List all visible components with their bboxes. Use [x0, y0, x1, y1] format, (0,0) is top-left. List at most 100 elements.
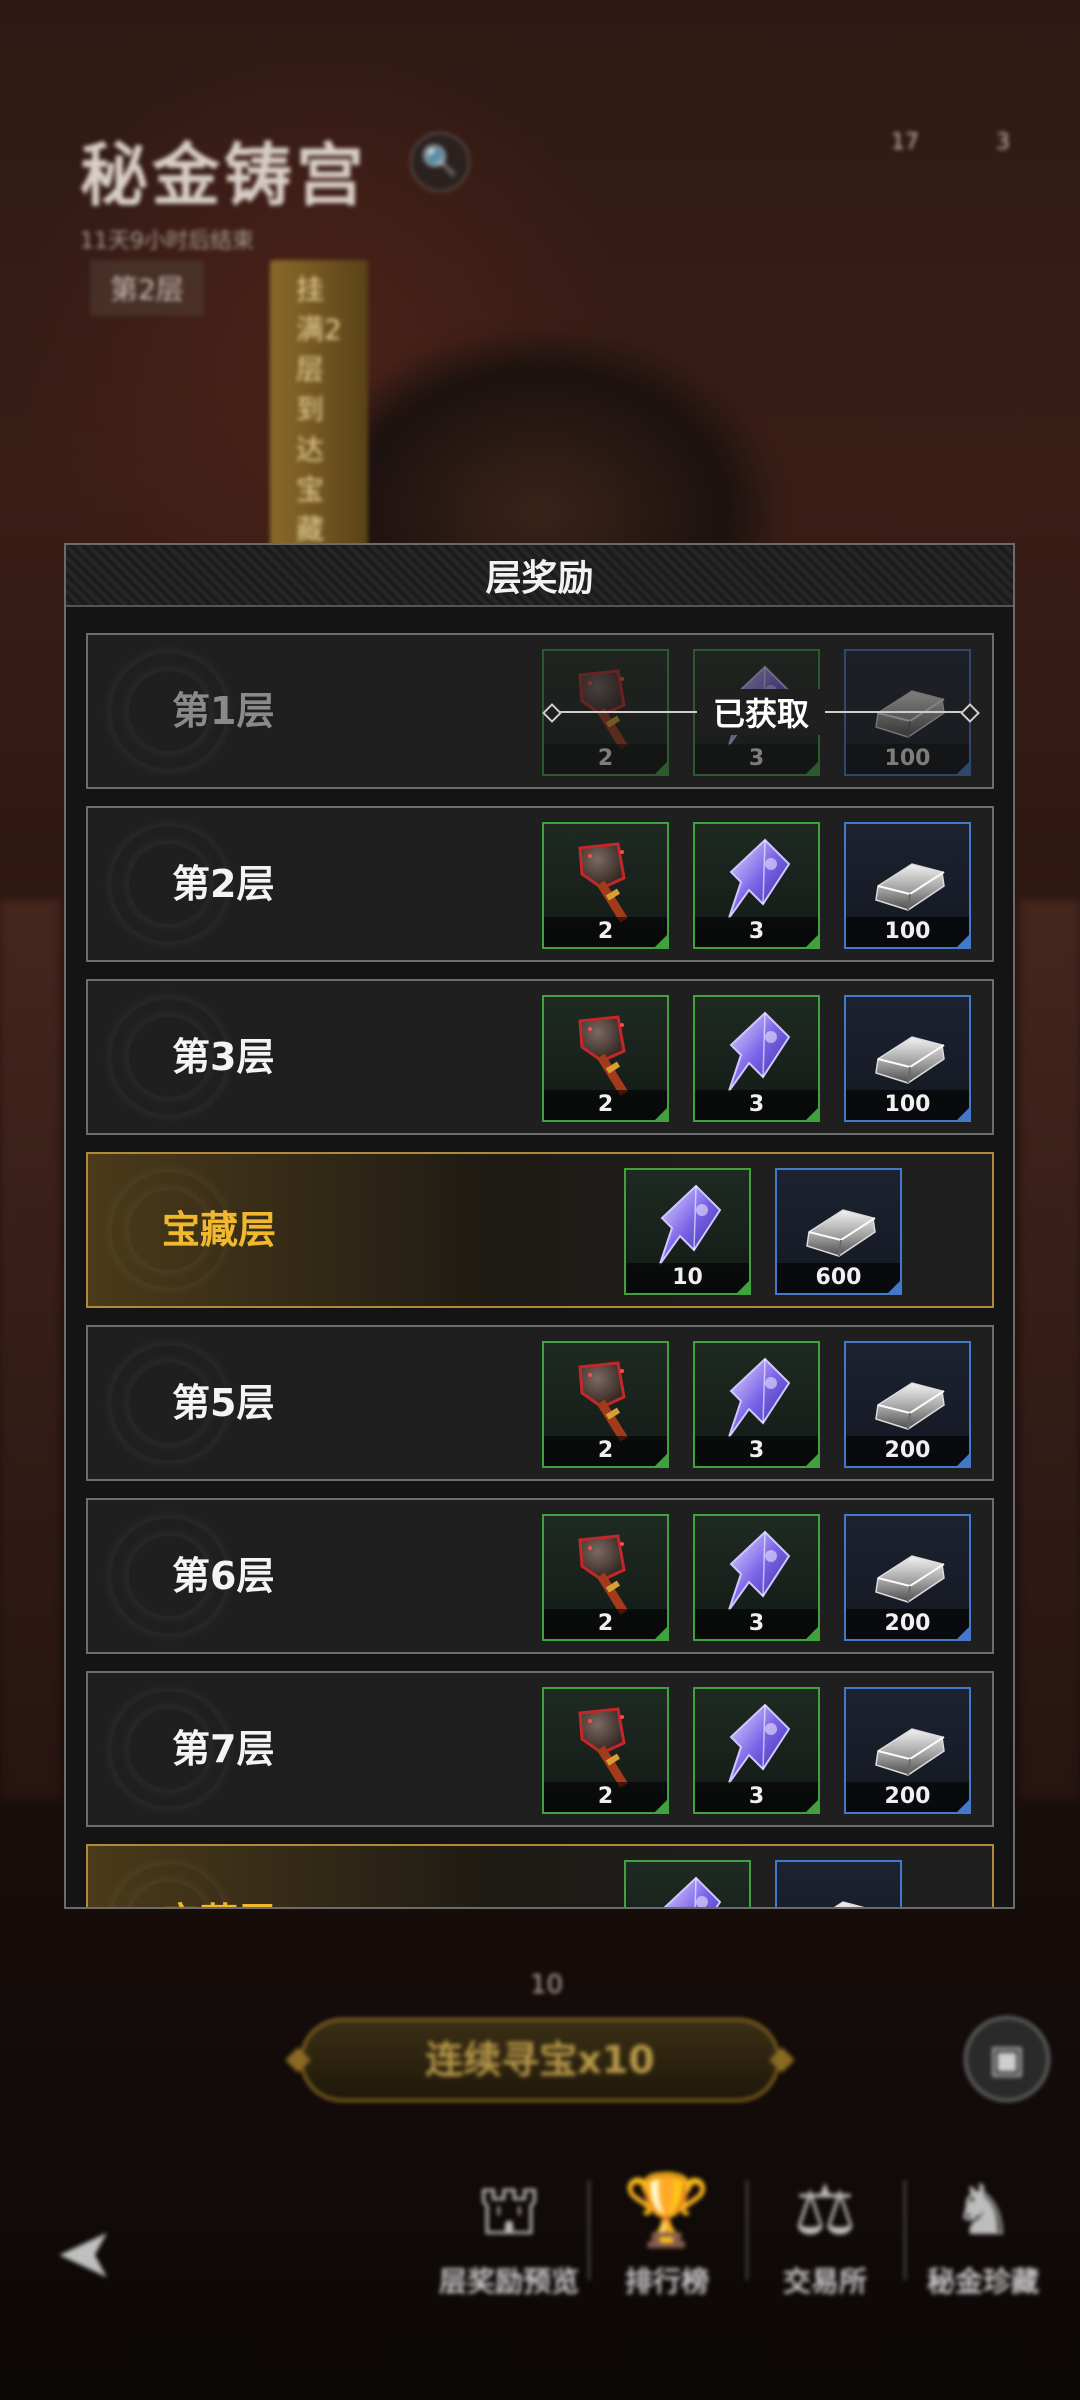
- nav-item-rewards-preview[interactable]: ⛫ 层奖励预览: [430, 2160, 590, 2300]
- reward-quantity: 100: [846, 1090, 969, 1120]
- reward-item-slot[interactable]: 100: [844, 995, 971, 1122]
- silver-ingot-icon: [864, 1353, 954, 1443]
- reward-items: 2 3 100: [542, 995, 971, 1122]
- silver-ingot-icon: [795, 1180, 885, 1270]
- silver-ingot-icon: [795, 1872, 885, 1907]
- reward-item-slot[interactable]: 200: [844, 1687, 971, 1814]
- reward-row[interactable]: 第6层 2 3 200: [86, 1498, 994, 1654]
- reward-quantity: 600: [777, 1263, 900, 1293]
- rarity-corner: [806, 1454, 818, 1466]
- crystal-icon: [713, 1526, 803, 1616]
- rarity-corner: [806, 1108, 818, 1120]
- search-icon[interactable]: 🔍: [410, 132, 470, 192]
- reward-items: 2 3 100: [542, 822, 971, 949]
- rarity-corner: [957, 1454, 969, 1466]
- rarity-corner: [737, 1281, 749, 1293]
- nav-item-label: 排行榜: [624, 2265, 709, 2298]
- rarity-corner: [655, 1800, 667, 1812]
- rarity-corner: [806, 762, 818, 774]
- reward-quantity: 2: [544, 917, 667, 947]
- reward-items: 2 3 200: [542, 1341, 971, 1468]
- crystal-icon: [644, 1872, 734, 1907]
- reward-row[interactable]: 第2层 2 3 100: [86, 806, 994, 962]
- reward-item-slot[interactable]: 200: [844, 1514, 971, 1641]
- nav-item-label: 秘金珍藏: [926, 2265, 1039, 2298]
- reward-item-slot[interactable]: 3: [693, 822, 820, 949]
- draw-x10-button[interactable]: 连续寻宝x10: [300, 2018, 780, 2102]
- reward-row[interactable]: 第5层 2 3 200: [86, 1325, 994, 1481]
- reward-row[interactable]: 第3层 2 3 100: [86, 979, 994, 1135]
- left-pillar: [0, 900, 60, 1800]
- panel-title: 层奖励: [485, 558, 594, 599]
- reward-quantity: 2: [544, 1090, 667, 1120]
- crystal-icon: [713, 1699, 803, 1789]
- reward-item-slot[interactable]: 600: [775, 1168, 902, 1295]
- rarity-corner: [655, 935, 667, 947]
- reward-item-slot[interactable]: 200: [844, 1341, 971, 1468]
- nav-item-collection[interactable]: ♞ 秘金珍藏: [904, 2160, 1062, 2300]
- reward-item-slot[interactable]: 2: [542, 1687, 669, 1814]
- reward-quantity: 2: [544, 1782, 667, 1812]
- reward-item-slot[interactable]: 2: [542, 1514, 669, 1641]
- event-header: 秘金铸宫 🔍 11天9小时后结束 第2层 挂满2层到达宝藏层: [80, 120, 470, 596]
- reward-item-slot[interactable]: 2: [542, 1341, 669, 1468]
- reward-quantity: 200: [846, 1436, 969, 1466]
- reward-item-slot[interactable]: 2: [542, 822, 669, 949]
- hammer-icon: [562, 1699, 652, 1789]
- reward-item-slot[interactable]: 3: [693, 1514, 820, 1641]
- reward-item-slot[interactable]: 100: [844, 822, 971, 949]
- nav-item-label: 层奖励预览: [438, 2265, 579, 2298]
- reward-row[interactable]: 第1层 2 3 100 已获取: [86, 633, 994, 789]
- chest-icon[interactable]: ▣: [964, 2016, 1050, 2102]
- crystal-count: 17: [891, 130, 919, 155]
- reward-item-slot[interactable]: 10: [624, 1168, 751, 1295]
- hammer-icon: [562, 834, 652, 924]
- floor-label: 宝藏层: [162, 1208, 277, 1252]
- floor-label: 第6层: [172, 1554, 275, 1598]
- reward-item-slot[interactable]: 3: [693, 1687, 820, 1814]
- banner-line: [551, 711, 697, 713]
- reward-item-slot[interactable]: [624, 1860, 751, 1907]
- hammer-icon: [562, 1353, 652, 1443]
- reward-quantity: 2: [544, 1609, 667, 1639]
- crystal-icon: [713, 834, 803, 924]
- rarity-corner: [655, 1627, 667, 1639]
- reward-row-treasure[interactable]: 宝藏层 10 600: [86, 1152, 994, 1308]
- bottom-controls: 10 连续寻宝x10 ▣ ➤ ⛫ 层奖励预览 🏆 排行榜 ⚖ 交易所 ♞ 秘金珍…: [0, 1960, 1080, 2400]
- back-arrow-icon[interactable]: ➤: [56, 2212, 115, 2294]
- silver-ingot-icon: [864, 834, 954, 924]
- rarity-corner: [806, 935, 818, 947]
- reward-quantity: 3: [695, 917, 818, 947]
- right-pillar: [1020, 900, 1080, 1800]
- reward-item-slot[interactable]: 2: [542, 995, 669, 1122]
- reward-list[interactable]: 第1层 2 3 100 已获取 第2层 2 3 100 第3层 2 3 100 宝藏层 10 600 第5层 2 3…: [86, 633, 994, 1907]
- gem-count: 3: [996, 130, 1010, 155]
- bottom-nav: ⛫ 层奖励预览 🏆 排行榜 ⚖ 交易所 ♞ 秘金珍藏: [430, 2160, 1080, 2300]
- reward-quantity: 3: [695, 1436, 818, 1466]
- event-countdown: 11天9小时后结束: [80, 229, 254, 254]
- top-resources: 17 3: [821, 130, 1010, 155]
- floor-label: 第1层: [172, 689, 275, 733]
- nav-item-leaderboard[interactable]: 🏆 排行榜: [588, 2160, 748, 2300]
- rarity-corner: [957, 762, 969, 774]
- rarity-corner: [806, 1627, 818, 1639]
- reward-quantity: 200: [846, 1609, 969, 1639]
- reward-quantity: 3: [695, 1090, 818, 1120]
- reward-quantity: 200: [846, 1782, 969, 1812]
- reward-row[interactable]: 第7层 2 3 200: [86, 1671, 994, 1827]
- rarity-corner: [655, 762, 667, 774]
- rarity-corner: [655, 1108, 667, 1120]
- nav-item-market[interactable]: ⚖ 交易所: [746, 2160, 906, 2300]
- current-floor-tag: 第2层: [90, 260, 204, 316]
- reward-quantity: 100: [846, 744, 969, 774]
- reward-item-slot[interactable]: [775, 1860, 902, 1907]
- floor-label: 第5层: [172, 1381, 275, 1425]
- reward-item-slot[interactable]: 3: [693, 1341, 820, 1468]
- reward-row-treasure[interactable]: 宝藏层: [86, 1844, 994, 1907]
- claimed-label: 已获取: [697, 689, 826, 735]
- claimed-banner: 已获取: [551, 689, 972, 735]
- reward-items: 2 3 200: [542, 1514, 971, 1641]
- hammer-icon: [562, 1007, 652, 1097]
- reward-quantity: 2: [544, 744, 667, 774]
- reward-item-slot[interactable]: 3: [693, 995, 820, 1122]
